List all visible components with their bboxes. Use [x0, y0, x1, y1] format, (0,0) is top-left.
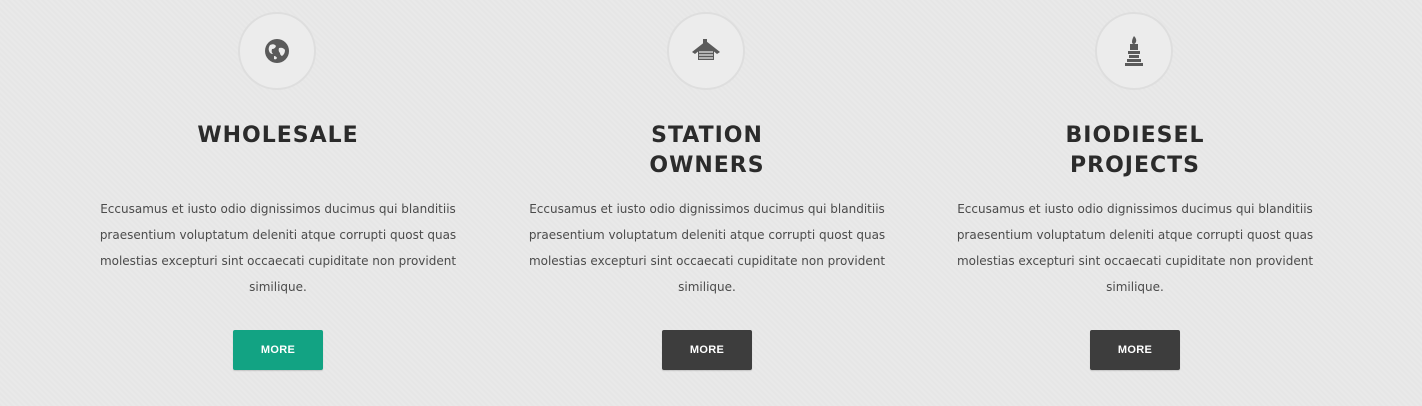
features-section: WHOLESALE Eccusamus et iusto odio dignis… — [0, 0, 1422, 406]
feature-title: BIODIESEL PROJECTS — [955, 121, 1315, 181]
feature-title: STATION OWNERS — [527, 121, 887, 181]
feature-title-line-2: OWNERS — [649, 153, 765, 178]
station-owners-more-button[interactable]: MORE — [662, 330, 752, 370]
feature-title: WHOLESALE — [98, 121, 458, 151]
wholesale-more-button[interactable]: MORE — [233, 330, 323, 370]
feature-title-line-2: PROJECTS — [1070, 153, 1200, 178]
feature-description: Eccusamus et iusto odio dignissimos duci… — [528, 202, 886, 294]
globe-icon — [238, 12, 316, 90]
feature-station-owners: STATION OWNERS Eccusamus et iusto odio d… — [527, 0, 887, 406]
biodiesel-projects-more-button[interactable]: MORE — [1090, 330, 1180, 370]
feature-title-line-1: WHOLESALE — [197, 123, 359, 148]
gas-station-roof-icon — [667, 12, 745, 90]
feature-title-line-1: STATION — [651, 123, 763, 148]
biodiesel-plant-icon — [1095, 12, 1173, 90]
feature-description: Eccusamus et iusto odio dignissimos duci… — [99, 202, 457, 294]
feature-wholesale: WHOLESALE Eccusamus et iusto odio dignis… — [98, 0, 458, 406]
feature-description: Eccusamus et iusto odio dignissimos duci… — [956, 202, 1314, 294]
feature-title-line-1: BIODIESEL — [1065, 123, 1205, 148]
feature-biodiesel-projects: BIODIESEL PROJECTS Eccusamus et iusto od… — [955, 0, 1315, 406]
